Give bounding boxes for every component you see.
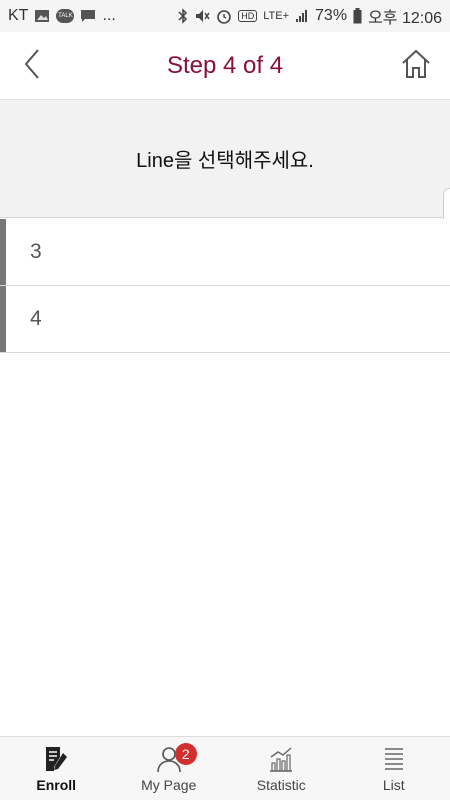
- clock: 오후 12:06: [368, 10, 442, 27]
- nav-my-page[interactable]: 2 My Page: [113, 737, 226, 800]
- nav-label-statistic: Statistic: [256, 777, 306, 793]
- carrier-label: KT: [8, 7, 29, 24]
- message-icon: [80, 9, 96, 23]
- nav-label-list: List: [382, 777, 405, 793]
- network-type: LTE+: [263, 10, 290, 22]
- edit-document-icon: [42, 745, 70, 773]
- kakao-talk-icon: TALK: [56, 9, 75, 23]
- back-button[interactable]: [12, 46, 52, 86]
- hd-voice-badge: HD: [238, 10, 258, 22]
- list-item[interactable]: 4: [0, 286, 450, 353]
- item-marker: [0, 219, 6, 285]
- list-item[interactable]: 3: [0, 219, 450, 286]
- app-header: Step 4 of 4: [0, 32, 450, 100]
- page-title: Step 4 of 4: [166, 51, 284, 79]
- nav-label-enroll: Enroll: [36, 777, 77, 793]
- list-icon: [380, 745, 408, 773]
- nav-label-my-page: My Page: [141, 777, 197, 793]
- status-bar-left: KT TALK ...: [8, 7, 116, 25]
- bottom-nav: Enroll 2 My Page Statistic List: [0, 736, 450, 800]
- list-item-label: 3: [30, 240, 42, 263]
- home-button[interactable]: [396, 46, 436, 86]
- nav-list[interactable]: List: [338, 737, 450, 800]
- signal-icon: [295, 9, 309, 23]
- status-bar: KT TALK ... HD LTE+ 73% 오후 12:06: [0, 0, 450, 32]
- status-bar-right: HD LTE+ 73% 오후 12:06: [178, 4, 442, 28]
- nav-statistic[interactable]: Statistic: [225, 737, 338, 800]
- bar-chart-icon: [267, 745, 295, 773]
- notification-badge: 2: [174, 743, 197, 765]
- alarm-icon: [216, 8, 232, 24]
- battery-icon: [353, 8, 362, 24]
- more-notifications: ...: [102, 7, 116, 24]
- list-item-label: 4: [30, 307, 42, 330]
- battery-percent: 73%: [315, 7, 348, 24]
- item-marker: [0, 286, 6, 352]
- line-list: 3 4: [0, 219, 450, 353]
- mute-icon: [194, 8, 210, 24]
- image-icon: [34, 9, 50, 23]
- bluetooth-icon: [178, 8, 188, 24]
- home-icon: [400, 49, 432, 84]
- chevron-left-icon: [22, 48, 42, 85]
- prompt-text: Line을 선택해주세요.: [136, 150, 314, 172]
- nav-enroll[interactable]: Enroll: [0, 737, 113, 800]
- prompt-band: Line을 선택해주세요.: [0, 100, 450, 218]
